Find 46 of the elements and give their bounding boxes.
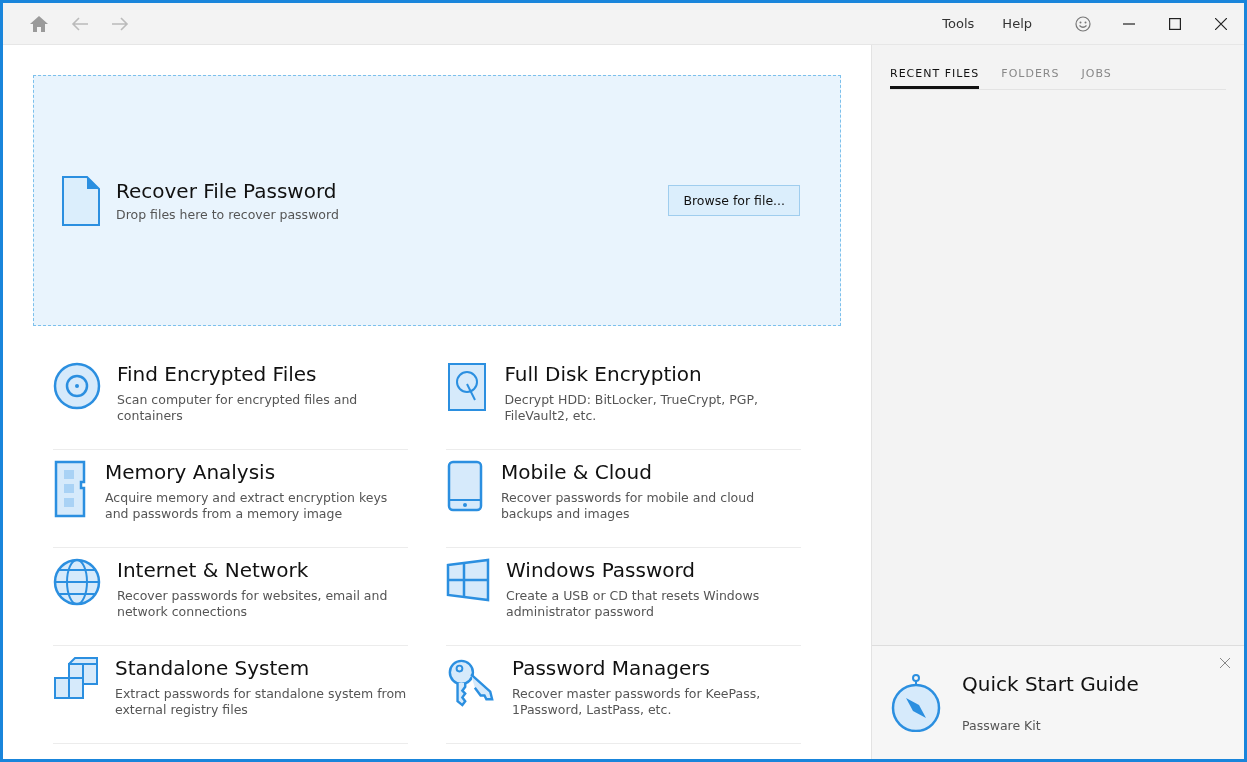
drop-zone[interactable]: Recover File Password Drop files here to recover password Browse for file... bbox=[33, 75, 841, 326]
compass-icon bbox=[890, 673, 942, 732]
windows-logo-icon bbox=[446, 558, 490, 602]
quick-start-description: Passware Kit bbox=[962, 718, 1042, 733]
tool-description: Extract passwords for standalone system from external registry files bbox=[115, 686, 408, 718]
quick-start-title: Quick Start Guide bbox=[962, 672, 1139, 696]
tool-title: Windows Password bbox=[506, 558, 697, 582]
home-icon[interactable] bbox=[29, 14, 49, 33]
phone-icon bbox=[447, 460, 484, 512]
menu-item[interactable]: Help bbox=[1002, 16, 1032, 31]
tool-description: Recover passwords for mobile and cloud backups and images bbox=[500, 490, 756, 522]
tool-title: Password Managers bbox=[512, 656, 711, 680]
tool-description: Acquire memory and extract encryption keys and passwords from a memory image bbox=[105, 490, 389, 522]
tool-description: Scan computer for encrypted files and containers bbox=[117, 392, 359, 424]
tool-tile[interactable]: Find Encrypted Files Scan computer for encrypted files and containers bbox=[53, 352, 408, 450]
tool-tile[interactable]: Memory Analysis Acquire memory and extract encryption keys and passwords from a memory image bbox=[53, 450, 408, 548]
close-icon[interactable] bbox=[1215, 17, 1227, 30]
tool-tile[interactable]: Full Disk Encryption Decrypt HDD: BitLocker, TrueCrypt, PGP, FileVault2, etc. bbox=[446, 352, 801, 450]
hard-drive-icon bbox=[447, 362, 488, 412]
drop-zone-subtitle: Drop files here to recover password bbox=[116, 207, 340, 222]
tool-title: Memory Analysis bbox=[105, 460, 277, 484]
tool-title: Mobile & Cloud bbox=[500, 460, 653, 484]
tool-description: Recover master passwords for KeePass, 1Password, LastPass, etc. bbox=[512, 686, 762, 718]
tool-title: Standalone System bbox=[115, 656, 311, 680]
drop-zone-title: Recover File Password bbox=[116, 179, 338, 203]
tool-title: Internet & Network bbox=[117, 558, 310, 582]
smiley-icon[interactable] bbox=[1075, 15, 1091, 32]
maximize-icon[interactable] bbox=[1169, 17, 1181, 30]
panel-tab[interactable]: RECENT FILES bbox=[890, 65, 980, 89]
disc-icon bbox=[53, 362, 101, 410]
minimize-icon[interactable] bbox=[1123, 22, 1135, 25]
tool-tile[interactable]: Internet & Network Recover passwords for websites, email and network connections bbox=[53, 548, 408, 646]
cubes-icon bbox=[53, 656, 99, 700]
tool-description: Create a USB or CD that resets Windows administrator password bbox=[506, 588, 761, 620]
tool-title: Find Encrypted Files bbox=[117, 362, 318, 386]
tool-tile[interactable]: Mobile & Cloud Recover passwords for mobile and cloud backups and images bbox=[446, 450, 801, 548]
tool-title: Full Disk Encryption bbox=[504, 362, 703, 386]
browse-button[interactable]: Browse for file... bbox=[668, 185, 800, 216]
globe-icon bbox=[53, 558, 101, 606]
tool-tile[interactable]: Standalone System Extract passwords for standalone system from external registry files bbox=[53, 646, 408, 744]
tool-description: Decrypt HDD: BitLocker, TrueCrypt, PGP, FileVault2, etc. bbox=[504, 392, 759, 424]
menu-item[interactable]: Tools bbox=[942, 16, 975, 31]
tool-tile[interactable]: Password Managers Recover master passwords for KeePass, 1Password, LastPass, etc. bbox=[446, 646, 801, 744]
tool-tile[interactable]: Windows Password Create a USB or CD that resets Windows administrator password bbox=[446, 548, 801, 646]
tool-description: Recover passwords for websites, email and network connections bbox=[117, 588, 389, 620]
file-icon bbox=[62, 175, 100, 226]
